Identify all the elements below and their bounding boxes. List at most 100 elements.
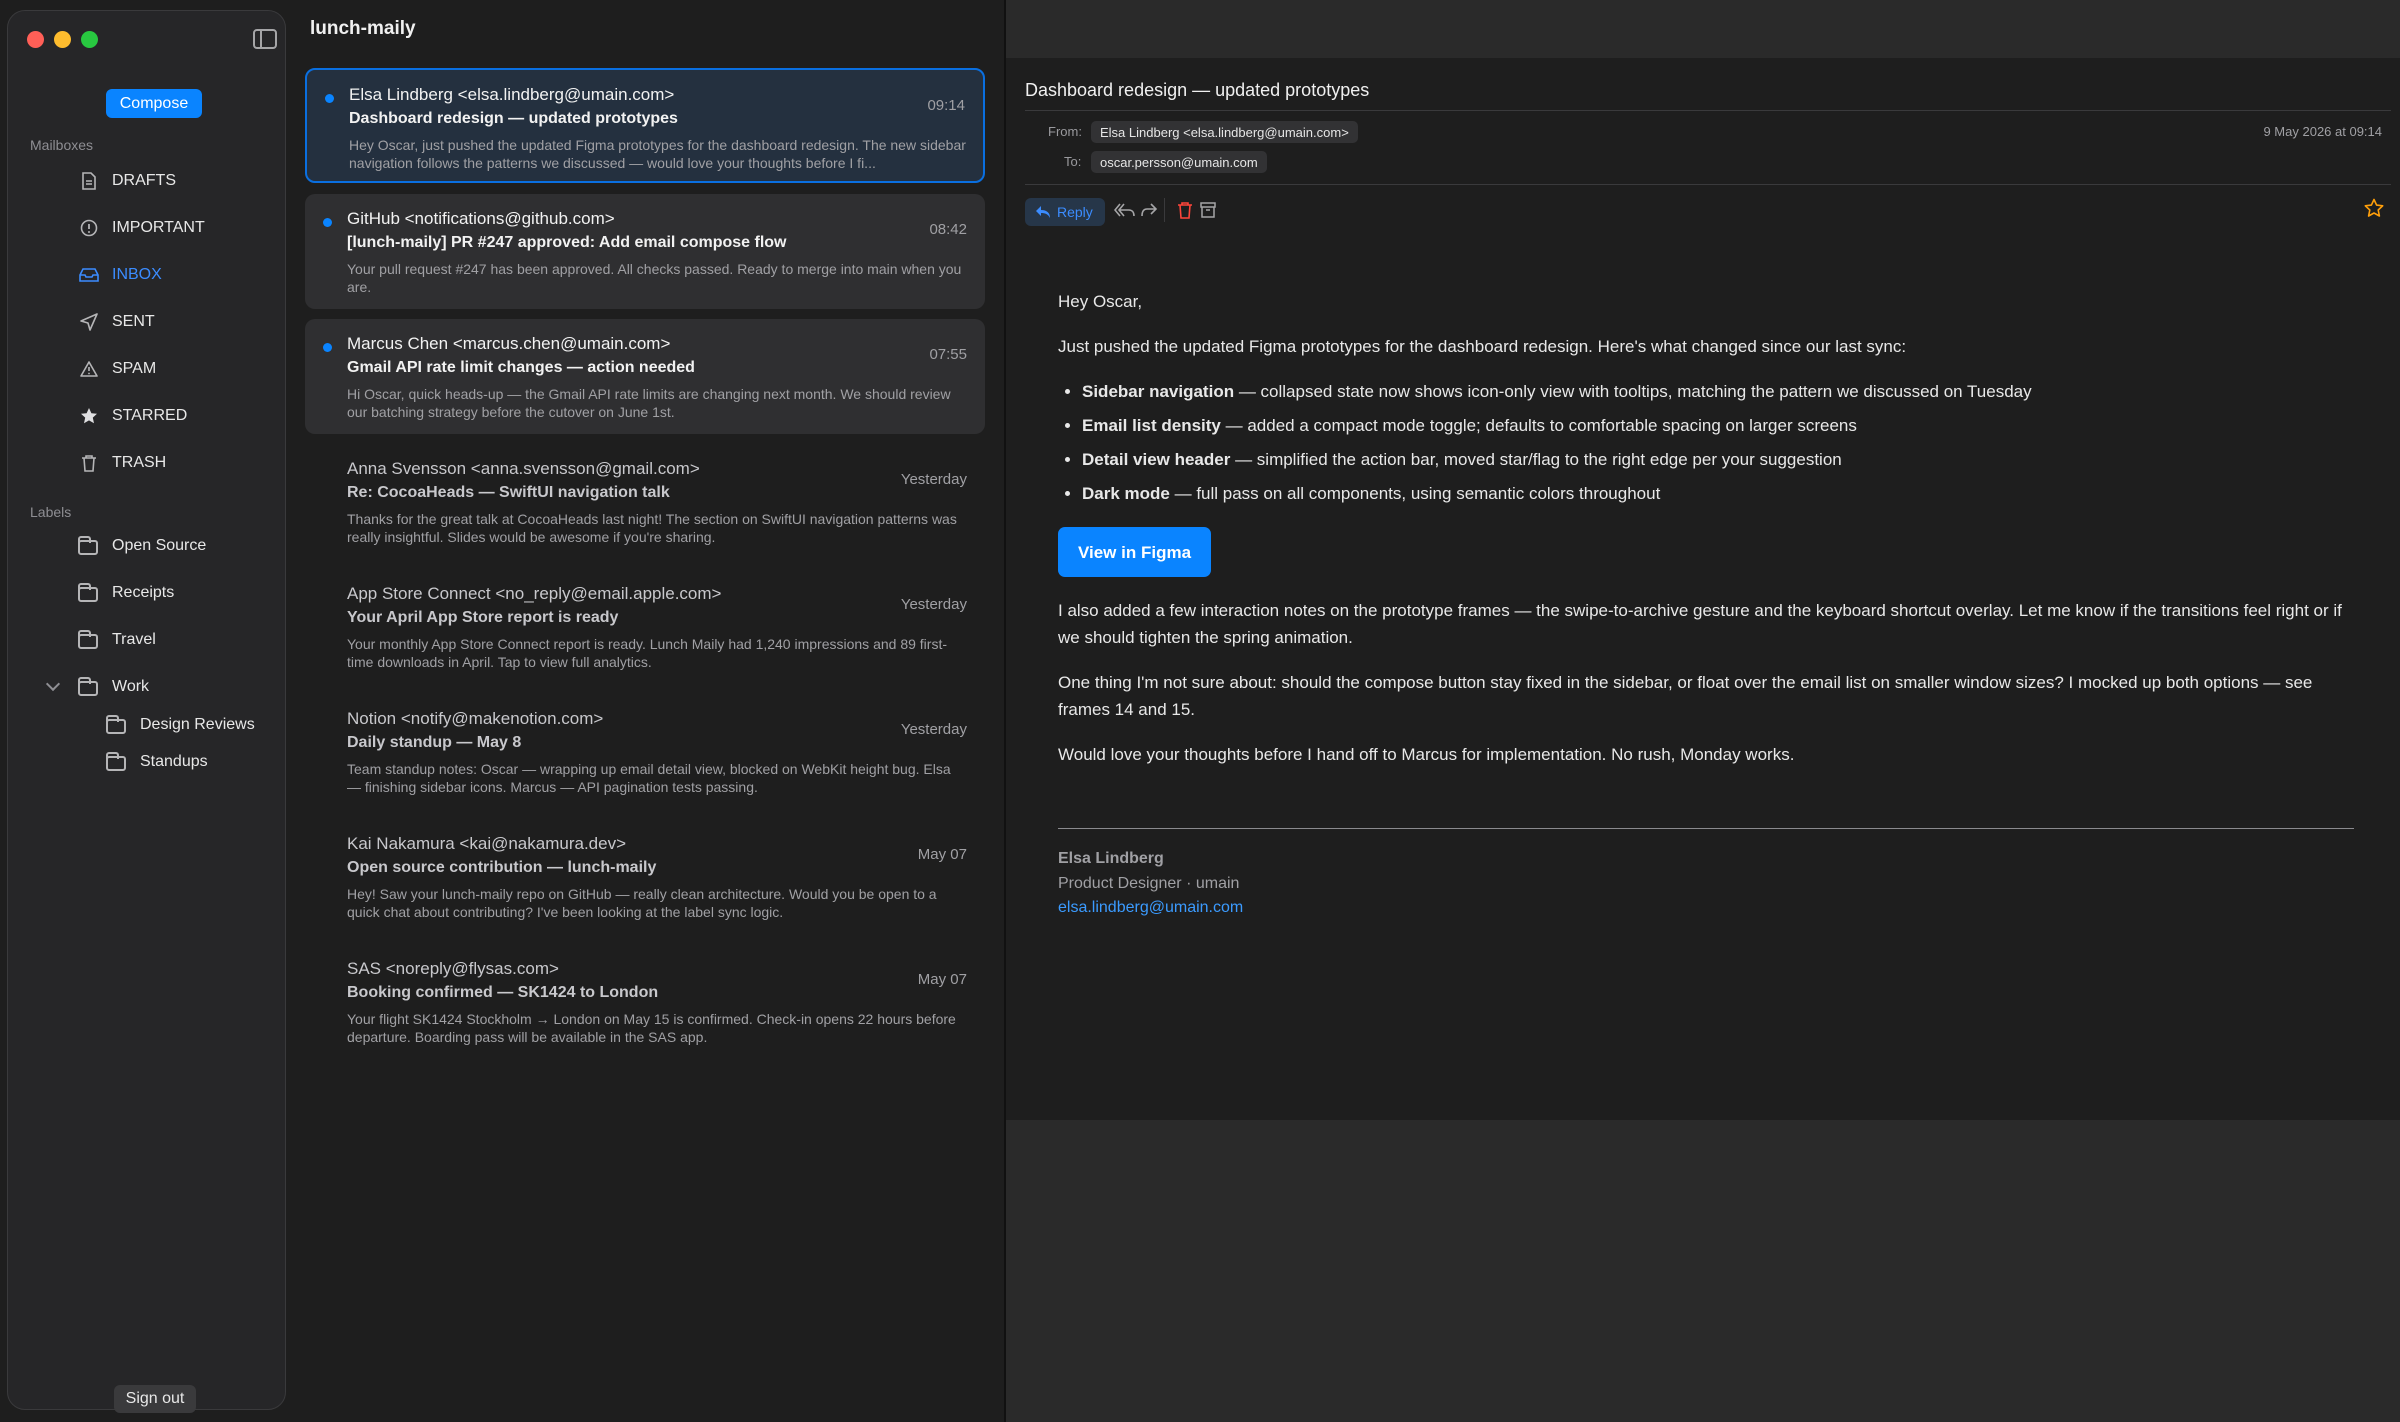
sidebar-item-sent[interactable]: SENT [78, 307, 278, 337]
email-time: Yesterday [900, 596, 967, 613]
email-subject: Re: CocoaHeads — SwiftUI navigation talk [347, 484, 670, 501]
sidebar-item-label: Receipts [112, 584, 175, 601]
star-icon [78, 405, 100, 427]
email-list-item[interactable]: App Store Connect <no_reply@email.apple.… [305, 569, 985, 684]
email-preview: Your monthly App Store Connect report is… [347, 636, 947, 670]
star-icon[interactable] [2364, 198, 2384, 224]
email-list-item[interactable]: SAS <noreply@flysas.com> Booking confirm… [305, 944, 985, 1059]
folder-icon [78, 536, 98, 555]
warning-triangle-icon [78, 358, 100, 380]
doc-icon [78, 170, 100, 192]
email-subject: Dashboard redesign — updated prototypes [349, 110, 678, 127]
to-label: To: [1064, 154, 1082, 169]
email-list-item[interactable]: Marcus Chen <marcus.chen@umain.com> Gmai… [305, 319, 985, 434]
email-time: 08:42 [929, 221, 967, 238]
email-time: May 07 [917, 846, 967, 863]
sidebar-item-inbox[interactable]: INBOX [78, 260, 278, 290]
email-sender: Marcus Chen <marcus.chen@umain.com> [347, 334, 671, 353]
email-paragraph: I also added a few interaction notes on … [1058, 601, 2342, 647]
close-window-button[interactable] [27, 31, 44, 48]
list-item: Detail view header — simplified the acti… [1082, 446, 2358, 473]
sidebar-item-starred[interactable]: STARRED [78, 401, 278, 431]
reply-button[interactable]: Reply [1025, 198, 1105, 226]
bullet-title: Detail view header [1082, 450, 1231, 469]
email-body: Hey Oscar, Just pushed the updated Figma… [1058, 288, 2358, 768]
email-subject: Daily standup — May 8 [347, 734, 522, 751]
chevron-down-icon[interactable] [45, 676, 61, 692]
sidebar-item-drafts[interactable]: DRAFTS [78, 166, 278, 196]
minimize-window-button[interactable] [54, 31, 71, 48]
email-paragraph: One thing I'm not sure about: should the… [1058, 673, 2313, 719]
email-time: 09:14 [927, 97, 965, 114]
sidebar-item-trash[interactable]: TRASH [78, 448, 278, 478]
zoom-window-button[interactable] [81, 31, 98, 48]
bullet-title: Email list density [1082, 416, 1221, 435]
folder-icon [106, 752, 126, 771]
sidebar-item-important[interactable]: IMPORTANT [78, 213, 278, 243]
sidebar-item-spam[interactable]: SPAM [78, 354, 278, 384]
trash-icon [78, 452, 100, 474]
signature-email-link[interactable]: elsa.lindberg@umain.com [1058, 899, 1243, 917]
email-list-item[interactable]: Kai Nakamura <kai@nakamura.dev> Open sou… [305, 819, 985, 934]
email-date: 9 May 2026 at 09:14 [2263, 124, 2382, 139]
sidebar-label-receipts[interactable]: Receipts [78, 578, 318, 608]
sidebar-label-open-source[interactable]: Open Source [78, 531, 318, 561]
from-chip[interactable]: Elsa Lindberg <elsa.lindberg@umain.com> [1091, 121, 1358, 143]
email-preview: Team standup notes: Oscar — wrapping up … [347, 761, 951, 795]
compose-button[interactable]: Compose [106, 89, 202, 118]
email-list-item[interactable]: Elsa Lindberg <elsa.lindberg@umain.com> … [305, 68, 985, 183]
bullet-title: Dark mode [1082, 484, 1170, 503]
email-preview: Hey! Saw your lunch-maily repo on GitHub… [347, 886, 937, 920]
folder-icon [78, 583, 98, 602]
divider [1025, 110, 2391, 111]
email-list-pane: lunch-maily Elsa Lindberg <elsa.lindberg… [290, 0, 1004, 1422]
folder-icon [106, 715, 126, 734]
email-paragraph: Would love your thoughts before I hand o… [1058, 745, 1795, 764]
list-item: Sidebar navigation — collapsed state now… [1082, 378, 2358, 405]
sidebar-label-work[interactable]: Work [8, 672, 278, 702]
sidebar: Compose Mailboxes DRAFTS IMPORTANT INBOX… [7, 10, 286, 1413]
paperplane-icon [78, 311, 100, 333]
exclamation-circle-icon [78, 217, 100, 239]
email-subject: [lunch-maily] PR #247 approved: Add emai… [347, 234, 787, 251]
email-list-item[interactable]: GitHub <notifications@github.com> [lunch… [305, 194, 985, 309]
email-sender: Anna Svensson <anna.svensson@gmail.com> [347, 459, 700, 478]
unread-dot-icon [323, 218, 332, 227]
sidebar-toggle-icon[interactable] [253, 29, 277, 49]
email-subject: Open source contribution — lunch-maily [347, 859, 657, 876]
view-in-figma-button[interactable]: View in Figma [1058, 527, 1211, 577]
reply-icon [1036, 206, 1050, 218]
sidebar-item-label: Work [112, 678, 150, 695]
bullet-text: — collapsed state now shows icon-only vi… [1234, 382, 2032, 401]
sidebar-label-travel[interactable]: Travel [78, 625, 318, 655]
labels-heading: Labels [30, 504, 72, 520]
email-intro: Just pushed the updated Figma prototypes… [1058, 337, 1907, 356]
trash-icon[interactable] [1178, 202, 1192, 224]
archive-icon[interactable] [1200, 202, 1216, 223]
signature-name: Elsa Lindberg [1058, 850, 1164, 867]
reply-label: Reply [1057, 204, 1093, 220]
email-time: May 07 [917, 971, 967, 988]
tray-icon [78, 264, 100, 286]
email-subject: Gmail API rate limit changes — action ne… [347, 359, 695, 376]
signature-role: Product Designer · umain [1058, 875, 1240, 892]
forward-icon[interactable] [1140, 202, 1158, 223]
sign-out-button[interactable]: Sign out [114, 1385, 196, 1413]
reply-all-icon[interactable] [1113, 202, 1136, 223]
sidebar-item-label: Design Reviews [140, 716, 255, 733]
email-preview: Your flight SK1424 Stockholm → London on… [347, 1011, 956, 1045]
bullet-text: — simplified the action bar, moved star/… [1230, 450, 1842, 469]
sidebar-item-label: Standups [140, 753, 208, 770]
email-sender: SAS <noreply@flysas.com> [347, 959, 559, 978]
email-sender: App Store Connect <no_reply@email.apple.… [347, 584, 722, 603]
email-list-item[interactable]: Notion <notify@makenotion.com> Daily sta… [305, 694, 985, 809]
to-chip[interactable]: oscar.persson@umain.com [1091, 151, 1267, 173]
email-subject: Your April App Store report is ready [347, 609, 619, 626]
toolbar-divider [1164, 198, 1165, 222]
mailboxes-heading: Mailboxes [30, 137, 94, 153]
detail-empty-area [1006, 1120, 2400, 1422]
sidebar-item-label: SPAM [112, 360, 157, 377]
email-preview: Your pull request #247 has been approved… [347, 261, 962, 295]
email-list-item[interactable]: Anna Svensson <anna.svensson@gmail.com> … [305, 444, 985, 559]
sidebar-item-label: Open Source [112, 537, 207, 554]
